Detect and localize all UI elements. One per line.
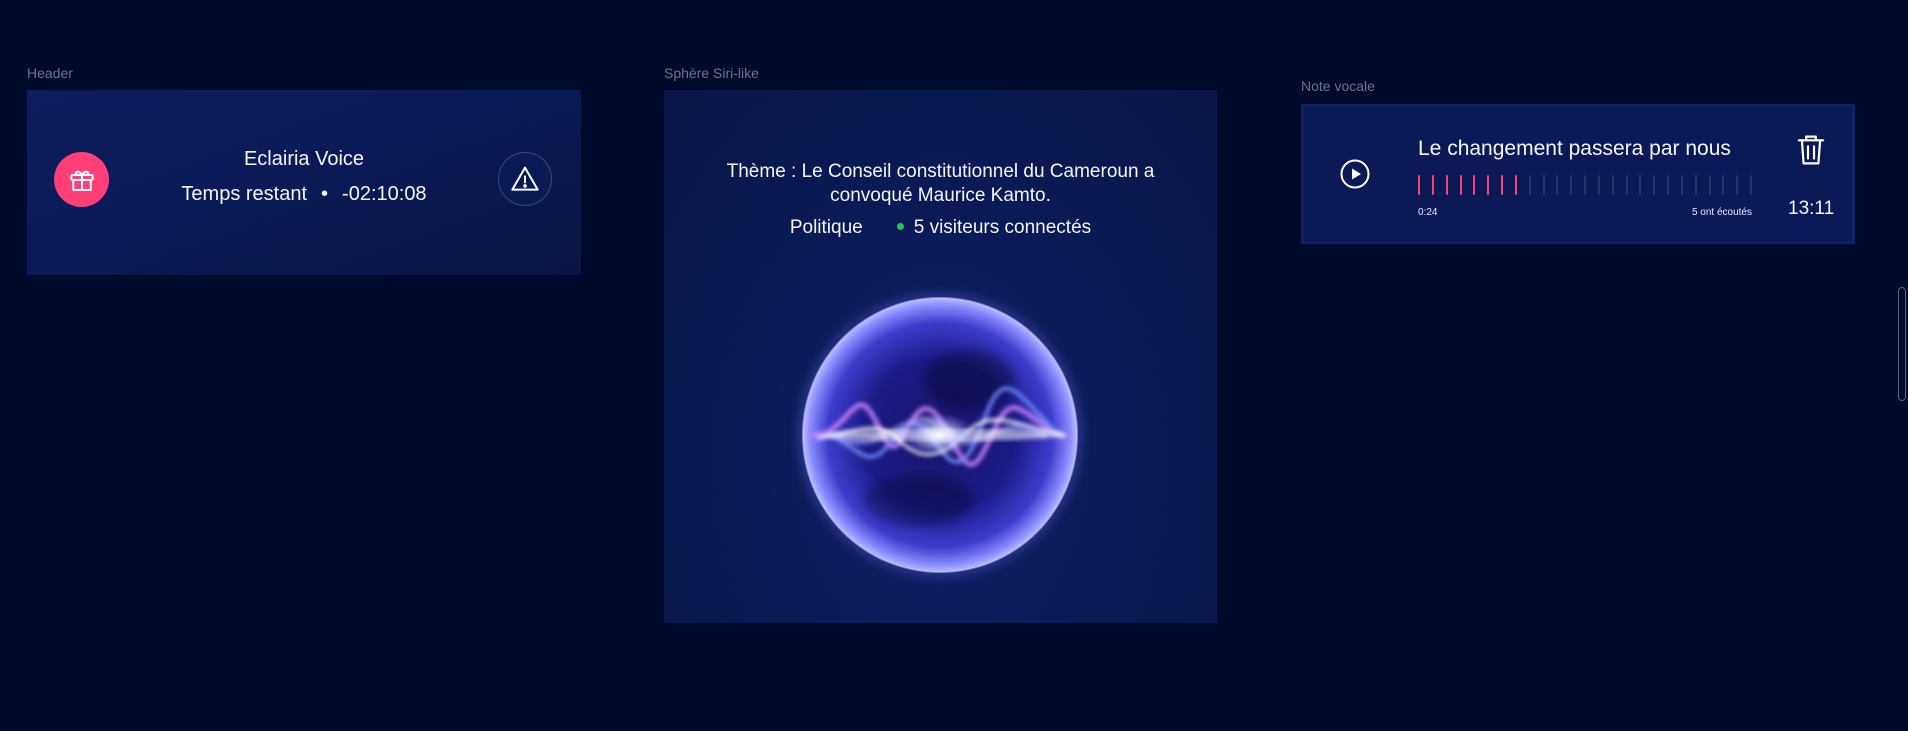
remaining-time-label: Temps restant — [181, 183, 308, 205]
sphere-card: Thème : Le Conseil constitutionnel du Ca… — [664, 90, 1217, 623]
current-time: 0:24 — [1418, 207, 1438, 218]
audio-waveform[interactable] — [1418, 175, 1752, 197]
waveform-bar — [1612, 175, 1614, 195]
frame-label-note: Note vocale — [1301, 78, 1375, 94]
listen-count: 5 ont écoutés — [1691, 207, 1752, 218]
waveform-bar — [1570, 175, 1572, 195]
waveform-bar — [1667, 175, 1669, 195]
waveform-bar — [1598, 175, 1600, 195]
waveform-bar — [1501, 175, 1503, 195]
waveform-bar — [1736, 175, 1738, 195]
report-button[interactable] — [498, 152, 552, 206]
waveform-bar — [1709, 175, 1711, 195]
siri-sphere[interactable] — [664, 90, 1217, 623]
header-card: Eclairia Voice Temps restant • -02:10:08 — [27, 90, 581, 275]
voice-note-card: Le changement passera par nous 0:24 5 on… — [1301, 104, 1855, 244]
waveform-bar — [1750, 175, 1752, 195]
waveform-bar — [1556, 175, 1558, 195]
warning-triangle-icon — [511, 166, 539, 191]
remaining-time-value: -02:10:08 — [342, 183, 427, 205]
waveform-bar — [1543, 175, 1545, 195]
waveform-bar — [1529, 175, 1531, 195]
waveform-bar — [1460, 175, 1462, 195]
trash-icon[interactable] — [1796, 133, 1826, 167]
remaining-time-row: Temps restant • -02:10:08 — [27, 183, 581, 206]
frame-label-header: Header — [27, 65, 73, 81]
play-icon[interactable] — [1340, 159, 1370, 189]
waveform-bar — [1473, 175, 1475, 195]
waveform-bar — [1418, 175, 1420, 195]
waveform-bar — [1639, 175, 1641, 195]
waveform-bar — [1653, 175, 1655, 195]
waveform-bar — [1626, 175, 1628, 195]
waveform-bar — [1487, 175, 1489, 195]
frame-label-sphere: Sphère Siri-like — [664, 65, 759, 81]
app-title: Eclairia Voice — [243, 148, 365, 170]
waveform-bar — [1446, 175, 1448, 195]
note-timestamp: 13:11 — [1788, 198, 1835, 219]
waveform-bar — [1432, 175, 1434, 195]
waveform-bar — [1515, 175, 1517, 195]
separator-dot: • — [321, 183, 329, 205]
waveform-bar — [1584, 175, 1586, 195]
waveform-bar — [1681, 175, 1683, 195]
waveform-bar — [1695, 175, 1697, 195]
waveform-bar — [1722, 175, 1724, 195]
voice-note-title: Le changement passera par nous — [1418, 137, 1731, 160]
scrollbar[interactable] — [1898, 287, 1906, 401]
